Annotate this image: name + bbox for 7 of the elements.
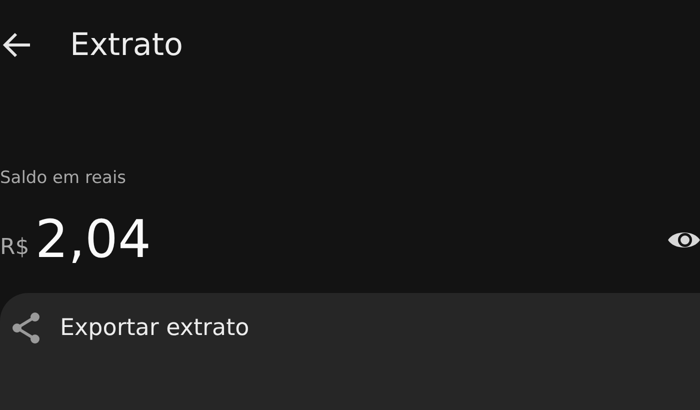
balance-label: Saldo em reais [0, 168, 128, 188]
balance-amount: 2,04 [35, 210, 152, 270]
back-icon[interactable] [2, 32, 32, 58]
currency-symbol: R$ [0, 234, 30, 260]
page-title: Extrato [70, 27, 183, 63]
export-button[interactable]: Exportar extrato [0, 293, 700, 363]
share-icon [10, 311, 42, 345]
